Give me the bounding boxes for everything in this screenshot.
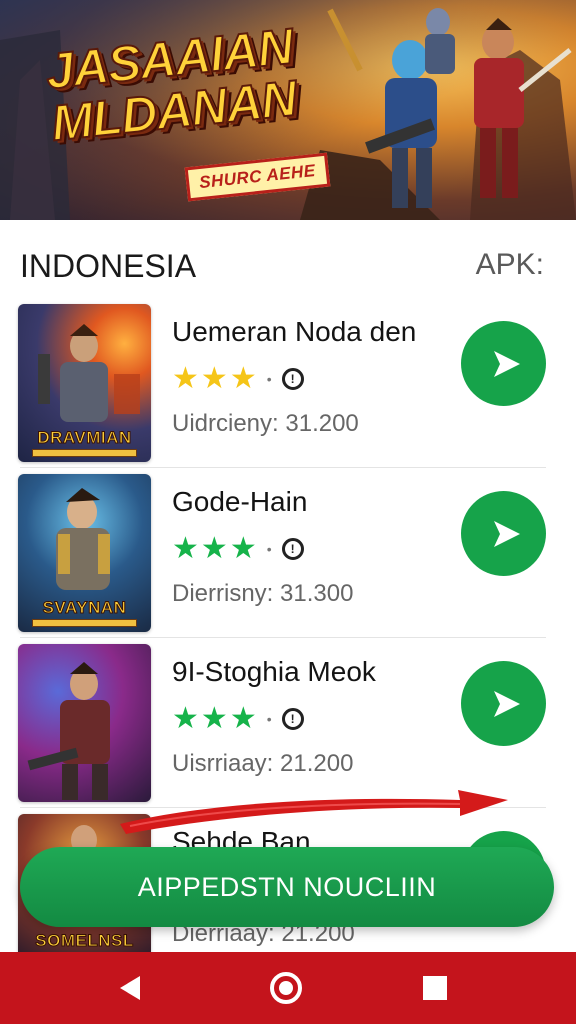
list-item[interactable]: SVAYNAN Gode-Hain ★ ★ ★ • ! Dierrisny: 3… xyxy=(0,468,576,638)
game-thumbnail-art xyxy=(27,662,110,800)
game-thumbnail-label: SVAYNAN xyxy=(42,598,127,617)
game-thumbnail-strip xyxy=(32,449,137,457)
separator-dot: • xyxy=(266,371,272,387)
system-navigation-bar xyxy=(0,952,576,1024)
star-icon: ★ xyxy=(229,362,257,395)
game-thumbnail-label: DRAVMIAN xyxy=(37,428,132,447)
list-item[interactable]: DRAVMIAN Uemeran Noda den ★ ★ ★ • ! Uidr… xyxy=(0,298,576,468)
info-icon[interactable]: ! xyxy=(281,708,304,730)
info-icon[interactable]: ! xyxy=(281,368,304,390)
game-rating: ★ ★ ★ • ! xyxy=(172,534,304,564)
section-title: INDONESIA xyxy=(20,248,197,284)
play-button[interactable] xyxy=(461,661,546,746)
game-downloads: Dierrisny: 31.300 xyxy=(172,580,354,607)
game-thumbnail[interactable]: DRAVMIAN xyxy=(18,304,151,462)
star-icon: ★ xyxy=(172,532,199,565)
game-thumbnail[interactable] xyxy=(18,644,151,802)
game-title[interactable]: Uemeran Noda den xyxy=(172,316,416,348)
game-title[interactable]: Gode-Hain xyxy=(172,486,307,518)
star-icon: ★ xyxy=(200,532,228,565)
game-rating: ★ ★ ★ • ! xyxy=(172,704,304,734)
game-downloads: Uisrriaay: 21.200 xyxy=(172,750,354,777)
recents-icon xyxy=(423,976,447,1000)
play-button[interactable] xyxy=(461,321,546,406)
star-icon: ★ xyxy=(200,702,228,735)
game-thumbnail-strip xyxy=(32,619,137,627)
download-cta-button[interactable]: AIPPEDSTN NOUCLIIN xyxy=(20,847,554,927)
separator-dot: • xyxy=(266,541,272,557)
star-icon: ★ xyxy=(172,362,199,395)
game-title[interactable]: 9I-Stoghia Meok xyxy=(172,656,376,688)
game-rating: ★ ★ ★ • ! xyxy=(172,364,304,394)
back-icon xyxy=(120,976,140,1000)
play-button[interactable] xyxy=(461,491,546,576)
star-icon: ★ xyxy=(200,362,228,395)
play-icon xyxy=(493,690,520,717)
star-icon: ★ xyxy=(172,702,199,735)
home-icon xyxy=(270,972,302,1004)
hero-banner[interactable]: JASAAIAN MLDANAN SHURC AEHE xyxy=(0,0,576,220)
info-icon[interactable]: ! xyxy=(281,538,304,560)
game-thumbnail-label: SOMELNSL xyxy=(35,931,134,950)
star-icon: ★ xyxy=(229,702,257,735)
section-header: INDONESIA APK: xyxy=(20,248,546,284)
nav-home-button[interactable] xyxy=(231,952,341,1024)
separator-dot: • xyxy=(266,711,272,727)
apk-label[interactable]: APK: xyxy=(476,248,544,282)
play-icon xyxy=(493,520,520,547)
game-thumbnail[interactable]: SVAYNAN xyxy=(18,474,151,632)
game-downloads: Uidrcieny: 31.200 xyxy=(172,410,359,437)
nav-back-button[interactable] xyxy=(76,952,186,1024)
star-icon: ★ xyxy=(229,532,257,565)
red-arrow-decoration xyxy=(120,790,508,834)
nav-recents-button[interactable] xyxy=(380,952,490,1024)
play-icon xyxy=(493,350,520,377)
